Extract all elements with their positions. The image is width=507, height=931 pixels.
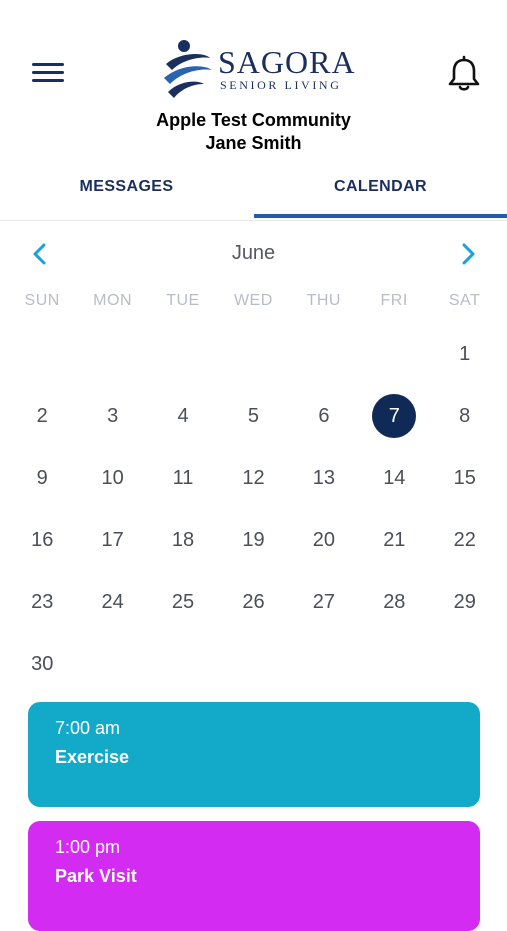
calendar-day-number: 14 [383,466,406,489]
calendar-day[interactable]: 14 [359,447,429,509]
app-header: SAGORA SENIOR LIVING Apple Test Communit… [0,0,507,170]
calendar-day-number: 8 [459,404,471,427]
calendar-day-number: 18 [171,528,195,551]
calendar-day[interactable]: 30 [7,633,77,695]
calendar-day[interactable]: 29 [430,571,500,633]
weekday-label: SAT [448,292,481,309]
calendar-day-number: 28 [383,590,406,613]
calendar-day-number: 20 [312,528,336,551]
calendar-day[interactable]: 9 [7,447,77,509]
calendar-day-number: 23 [31,590,54,613]
calendar-day-number: 5 [247,404,260,427]
calendar-day[interactable]: 15 [430,447,500,509]
sagora-swirl-icon [164,40,212,98]
weekday-header: SUN MON TUE WED THU FRI SAT [7,292,500,316]
active-tab-indicator [254,214,507,218]
brand-tagline: SENIOR LIVING [220,78,342,92]
sagora-logo: SAGORA SENIOR LIVING [160,38,360,102]
event-time: 7:00 am [55,718,121,738]
hamburger-menu-icon[interactable] [28,58,68,92]
calendar-day[interactable]: 5 [218,385,288,447]
chevron-right-icon[interactable] [452,236,482,272]
calendar-day[interactable]: 25 [148,571,218,633]
calendar-day[interactable]: 6 [289,385,359,447]
weekday-label: THU [306,292,341,309]
calendar-day[interactable]: 12 [218,447,288,509]
calendar-day-number: 4 [177,404,189,427]
calendar-day-number: 30 [31,652,54,675]
calendar-day[interactable]: 28 [359,571,429,633]
calendar-day-number: 6 [318,404,330,427]
calendar-day[interactable]: 21 [359,509,429,571]
calendar-day[interactable]: 23 [7,571,77,633]
calendar-day[interactable]: 18 [148,509,218,571]
event-card-exercise[interactable]: 7:00 am Exercise [28,702,480,807]
calendar-day[interactable]: 10 [77,447,147,509]
user-name: Jane Smith [205,133,302,153]
event-title: Park Visit [55,866,137,886]
calendar-day-number: 19 [242,528,265,551]
calendar-blank-cell [7,323,77,385]
calendar-day-number: 1 [459,342,471,365]
calendar-day[interactable]: 13 [289,447,359,509]
calendar-day[interactable]: 26 [218,571,288,633]
month-title: June [231,242,276,264]
calendar-day-number: 26 [242,590,265,613]
calendar-day-number: 22 [453,528,476,551]
calendar-day[interactable]: 22 [430,509,500,571]
calendar-blank-cell [77,323,147,385]
calendar-day-number: 3 [107,404,119,427]
calendar-blank-cell [148,323,218,385]
calendar-day-number: 29 [453,590,476,613]
calendar-day-grid: 1 2 3 4 5 6 7 8 9 10 11 12 13 14 15 16 17 18 19 20 21 22 23 24 2… [7,323,500,695]
calendar-day[interactable]: 3 [77,385,147,447]
calendar-day-number: 11 [172,466,194,489]
brand-wordmark: SAGORA [218,44,356,80]
calendar-day-number: 15 [453,466,476,489]
calendar-day[interactable]: 8 [430,385,500,447]
calendar-day[interactable]: 17 [77,509,147,571]
community-name: Apple Test Community [156,110,351,130]
calendar-day-number: 16 [31,528,54,551]
calendar-day-number: 21 [383,528,406,551]
calendar-blank-cell [218,323,288,385]
calendar-day[interactable]: 24 [77,571,147,633]
calendar-day-number: 7 [388,404,400,427]
calendar-day[interactable]: 11 [148,447,218,509]
event-title: Exercise [55,747,130,767]
calendar-day-number: 17 [101,528,124,551]
calendar-day-number: 13 [312,466,336,489]
calendar-day-number: 2 [36,404,48,427]
calendar-day[interactable]: 20 [289,509,359,571]
calendar-day-number: 12 [242,466,265,489]
calendar-day-number: 25 [171,590,195,613]
weekday-label: SUN [24,292,60,309]
calendar-day[interactable]: 16 [7,509,77,571]
event-time: 1:00 pm [55,837,121,857]
weekday-label: MON [93,292,132,309]
tab-messages[interactable]: MESSAGES [0,170,253,217]
event-card-park-visit[interactable]: 1:00 pm Park Visit [28,821,480,931]
calendar-blank-cell [289,323,359,385]
calendar-day-selected[interactable]: 7 [359,385,429,447]
month-navigation: June [0,232,507,276]
weekday-label: FRI [380,292,408,309]
calendar-day[interactable]: 1 [430,323,500,385]
calendar-day-number: 27 [312,590,336,613]
bell-icon[interactable] [444,54,484,94]
calendar-day-number: 9 [36,466,48,489]
weekday-label: WED [233,292,273,309]
weekday-label: TUE [166,292,200,309]
calendar-day[interactable]: 27 [289,571,359,633]
calendar-day[interactable]: 2 [7,385,77,447]
calendar-day[interactable]: 19 [218,509,288,571]
calendar-day-number: 24 [101,590,124,613]
tab-calendar[interactable]: CALENDAR [254,170,507,217]
calendar-day-number: 10 [101,466,124,489]
calendar-day[interactable]: 4 [148,385,218,447]
calendar-blank-cell [359,323,429,385]
